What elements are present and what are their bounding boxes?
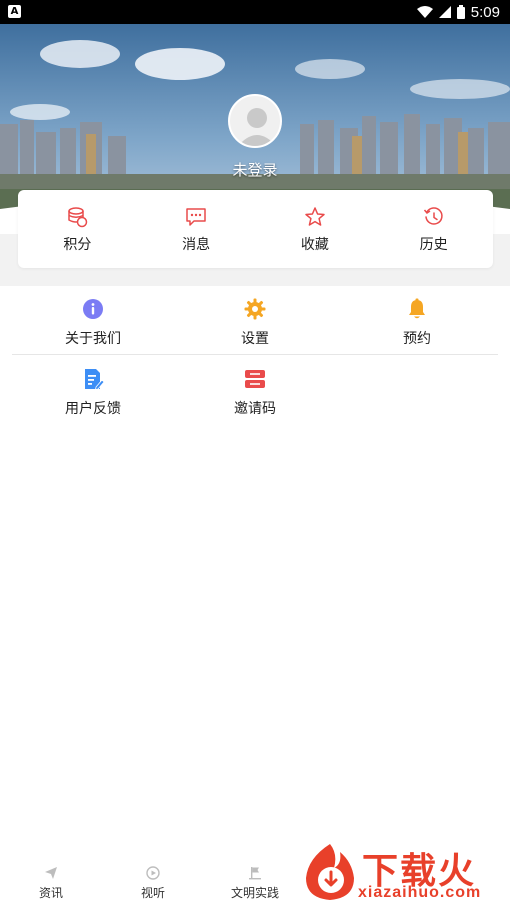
menu-item-label: 关于我们	[65, 331, 121, 347]
battery-icon	[456, 5, 465, 19]
menu-item-feedback[interactable]: 用户反馈	[12, 368, 174, 424]
menu-item-label: 用户反馈	[65, 401, 121, 417]
nav-tab-label: 资讯	[38, 886, 63, 900]
info-icon	[83, 299, 103, 319]
quick-action-history[interactable]: 历史	[374, 190, 493, 268]
menu-row: 用户反馈 邀请码	[12, 368, 498, 424]
status-bar: A 5:09	[0, 0, 510, 24]
feedback-icon	[85, 369, 104, 390]
menu-item-label: 设置	[241, 331, 269, 347]
menu-item-label: 邀请码	[234, 401, 276, 417]
quick-action-label: 积分	[63, 237, 92, 253]
menu-row: 关于我们 设置 预约	[12, 298, 498, 355]
signal-icon	[438, 6, 451, 18]
watermark: 下载火 xiazaihuo.com	[300, 838, 510, 906]
play-icon	[146, 866, 160, 880]
message-icon	[186, 208, 206, 226]
gear-icon	[244, 298, 266, 320]
quick-action-label: 消息	[182, 237, 211, 253]
menu-item-invite-code[interactable]: 邀请码	[174, 368, 336, 424]
nav-tab-label: 视听	[140, 886, 165, 900]
fire-logo-icon	[306, 844, 354, 900]
invite-code-icon	[245, 370, 265, 388]
menu-item-appointment[interactable]: 预约	[336, 298, 498, 354]
notification-a-icon: A	[8, 5, 21, 18]
wifi-icon	[416, 6, 433, 18]
history-icon	[423, 207, 443, 225]
flag-icon	[249, 867, 261, 880]
nav-tab-civilization-practice[interactable]: 文明实践	[215, 866, 295, 901]
watermark-url: xiazaihuo.com	[358, 884, 482, 901]
avatar[interactable]	[228, 94, 282, 148]
coins-icon	[68, 207, 88, 228]
quick-actions-card: 积分 消息 收藏 历史	[18, 190, 493, 268]
menu-item-about-us[interactable]: 关于我们	[12, 298, 174, 354]
menu-item-settings[interactable]: 设置	[174, 298, 336, 354]
quick-action-points[interactable]: 积分	[18, 190, 137, 268]
bell-icon	[409, 298, 425, 319]
quick-action-favorites[interactable]: 收藏	[256, 190, 375, 268]
nav-tab-news[interactable]: 资讯	[11, 866, 91, 901]
clock: 5:09	[470, 3, 500, 21]
quick-action-label: 收藏	[300, 237, 329, 253]
login-status-link[interactable]: 未登录	[0, 159, 510, 180]
paper-plane-icon	[45, 867, 57, 879]
quick-action-messages[interactable]: 消息	[137, 190, 256, 268]
star-icon	[305, 207, 325, 226]
menu-item-label: 预约	[403, 331, 431, 347]
quick-action-label: 历史	[419, 237, 448, 253]
nav-tab-label: 文明实践	[230, 886, 279, 900]
nav-tab-audio-video[interactable]: 视听	[113, 866, 193, 901]
